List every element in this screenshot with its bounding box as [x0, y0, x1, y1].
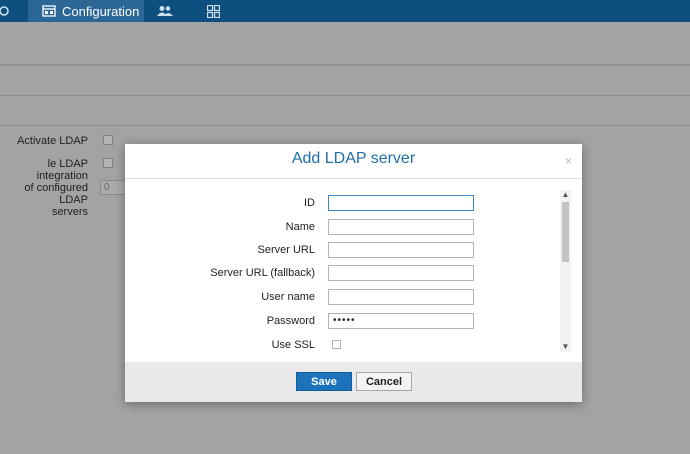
use-ssl-checkbox[interactable] [332, 340, 341, 349]
nav-item-partial[interactable] [0, 0, 14, 22]
background-divider [0, 64, 690, 66]
dialog-header-divider [125, 178, 582, 179]
top-navigation-bar: Configuration [0, 0, 690, 22]
dashboard-grid-icon [206, 4, 220, 18]
activate-ldap-checkbox[interactable] [103, 135, 113, 145]
nav-configuration-label: Configuration [62, 3, 140, 19]
add-ldap-server-dialog: Add LDAP server × ID Name Server URL Ser… [125, 144, 582, 402]
server-url-input[interactable] [328, 242, 474, 258]
configured-servers-label-line2: servers [51, 206, 88, 218]
scroll-thumb[interactable] [562, 202, 569, 262]
form-row-use-ssl: Use SSL [125, 337, 555, 355]
form-row-id: ID [125, 195, 555, 213]
configuration-icon [42, 5, 56, 17]
form-row-password: Password ••••• [125, 313, 555, 331]
enable-ldap-checkbox[interactable] [103, 158, 113, 168]
close-icon[interactable]: × [565, 154, 572, 168]
server-url-label: Server URL [257, 244, 315, 256]
nav-item-configuration[interactable]: Configuration [28, 0, 144, 22]
use-ssl-label: Use SSL [271, 339, 315, 351]
user-name-input[interactable] [328, 289, 474, 305]
form-row-server-url-fallback: Server URL (fallback) [125, 265, 555, 283]
id-input[interactable] [328, 195, 474, 211]
name-input[interactable] [328, 219, 474, 235]
server-url-fallback-label: Server URL (fallback) [210, 267, 315, 279]
scroll-up-icon[interactable]: ▲ [560, 190, 571, 200]
nav-item-users[interactable] [150, 0, 180, 22]
configured-servers-input[interactable]: 0 [100, 180, 126, 195]
form-row-server-url: Server URL [125, 242, 555, 260]
scroll-down-icon[interactable]: ▼ [560, 342, 571, 352]
users-icon [157, 6, 173, 16]
cancel-button[interactable]: Cancel [356, 372, 412, 391]
background-divider [0, 95, 690, 96]
save-button[interactable]: Save [296, 372, 352, 391]
configured-servers-label: of configured LDAP servers [0, 182, 88, 218]
id-label: ID [304, 197, 315, 209]
dialog-footer: Save Cancel [125, 362, 582, 402]
dialog-title: Add LDAP server [291, 150, 416, 167]
password-input[interactable]: ••••• [328, 313, 474, 329]
server-url-fallback-input[interactable] [328, 265, 474, 281]
form-row-user-name: User name [125, 289, 555, 307]
partial-gear-icon [0, 6, 9, 16]
password-label: Password [266, 315, 315, 327]
activate-ldap-label: Activate LDAP [17, 135, 88, 147]
background-divider [0, 125, 690, 126]
enable-ldap-label: le LDAP integration [36, 158, 88, 182]
configured-servers-label-line1: of configured LDAP [24, 182, 88, 206]
form-row-name: Name [125, 219, 555, 237]
nav-item-dashboard[interactable] [198, 0, 228, 22]
user-name-label: User name [261, 291, 315, 303]
form-scrollbar[interactable]: ▲ ▼ [560, 190, 571, 352]
name-label: Name [285, 221, 315, 233]
